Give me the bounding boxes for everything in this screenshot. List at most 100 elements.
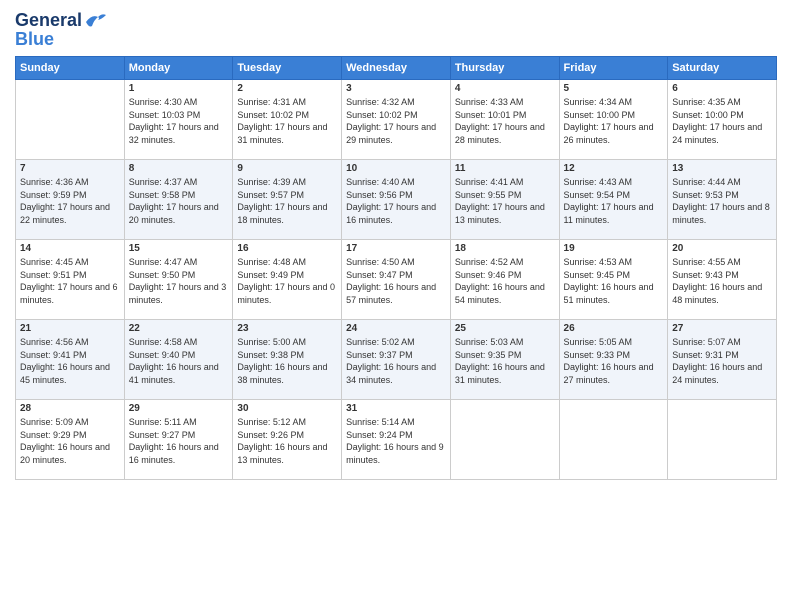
cell-info: Sunrise: 4:48 AMSunset: 9:49 PMDaylight:…	[237, 256, 337, 306]
cell-info: Sunrise: 5:02 AMSunset: 9:37 PMDaylight:…	[346, 336, 446, 386]
day-number: 4	[455, 83, 555, 94]
calendar-cell: 21 Sunrise: 4:56 AMSunset: 9:41 PMDayligh…	[16, 320, 125, 400]
cell-info: Sunrise: 5:05 AMSunset: 9:33 PMDaylight:…	[564, 336, 664, 386]
calendar-cell: 3 Sunrise: 4:32 AMSunset: 10:02 PMDayligh…	[342, 80, 451, 160]
calendar-cell: 31Sunrise: 5:14 AMSunset: 9:24 PMDayligh…	[342, 400, 451, 480]
calendar-cell: 7Sunrise: 4:36 AMSunset: 9:59 PMDaylight…	[16, 160, 125, 240]
day-number: 14	[20, 243, 120, 254]
calendar-cell: 24 Sunrise: 5:02 AMSunset: 9:37 PMDayligh…	[342, 320, 451, 400]
week-row-2: 7Sunrise: 4:36 AMSunset: 9:59 PMDaylight…	[16, 160, 777, 240]
day-number: 11	[455, 163, 555, 174]
day-number: 25	[455, 323, 555, 334]
day-number: 10	[346, 163, 446, 174]
calendar-cell: 4 Sunrise: 4:33 AMSunset: 10:01 PMDayligh…	[450, 80, 559, 160]
week-row-1: 1 Sunrise: 4:30 AMSunset: 10:03 PMDayligh…	[16, 80, 777, 160]
calendar-table: SundayMondayTuesdayWednesdayThursdayFrid…	[15, 56, 777, 480]
cell-info: Sunrise: 5:11 AMSunset: 9:27 PMDaylight:…	[129, 416, 229, 466]
day-number: 27	[672, 323, 772, 334]
logo-bird-icon	[84, 12, 106, 30]
day-number: 28	[20, 403, 120, 414]
cell-info: Sunrise: 4:35 AMSunset: 10:00 PMDaylight…	[672, 96, 772, 146]
day-number: 21	[20, 323, 120, 334]
page: General Blue SundayMondayTuesdayWednesda…	[0, 0, 792, 612]
col-header-tuesday: Tuesday	[233, 57, 342, 80]
cell-info: Sunrise: 4:37 AMSunset: 9:58 PMDaylight:…	[129, 176, 229, 226]
calendar-cell: 8 Sunrise: 4:37 AMSunset: 9:58 PMDaylight…	[124, 160, 233, 240]
day-number: 1	[129, 83, 229, 94]
week-row-4: 21 Sunrise: 4:56 AMSunset: 9:41 PMDayligh…	[16, 320, 777, 400]
calendar-cell: 18Sunrise: 4:52 AMSunset: 9:46 PMDayligh…	[450, 240, 559, 320]
cell-info: Sunrise: 4:50 AMSunset: 9:47 PMDaylight:…	[346, 256, 446, 306]
day-number: 30	[237, 403, 337, 414]
cell-info: Sunrise: 4:31 AMSunset: 10:02 PMDaylight…	[237, 96, 337, 146]
calendar-cell: 9 Sunrise: 4:39 AMSunset: 9:57 PMDaylight…	[233, 160, 342, 240]
cell-info: Sunrise: 4:39 AMSunset: 9:57 PMDaylight:…	[237, 176, 337, 226]
header: General Blue	[15, 10, 777, 50]
calendar-cell: 19Sunrise: 4:53 AMSunset: 9:45 PMDayligh…	[559, 240, 668, 320]
day-number: 26	[564, 323, 664, 334]
day-number: 3	[346, 83, 446, 94]
day-number: 19	[564, 243, 664, 254]
cell-info: Sunrise: 4:40 AMSunset: 9:56 PMDaylight:…	[346, 176, 446, 226]
cell-info: Sunrise: 4:33 AMSunset: 10:01 PMDaylight…	[455, 96, 555, 146]
day-number: 15	[129, 243, 229, 254]
cell-info: Sunrise: 4:32 AMSunset: 10:02 PMDaylight…	[346, 96, 446, 146]
cell-info: Sunrise: 5:03 AMSunset: 9:35 PMDaylight:…	[455, 336, 555, 386]
day-number: 7	[20, 163, 120, 174]
col-header-friday: Friday	[559, 57, 668, 80]
col-header-wednesday: Wednesday	[342, 57, 451, 80]
cell-info: Sunrise: 5:00 AMSunset: 9:38 PMDaylight:…	[237, 336, 337, 386]
cell-info: Sunrise: 4:43 AMSunset: 9:54 PMDaylight:…	[564, 176, 664, 226]
col-header-monday: Monday	[124, 57, 233, 80]
calendar-cell: 29Sunrise: 5:11 AMSunset: 9:27 PMDayligh…	[124, 400, 233, 480]
calendar-cell: 15 Sunrise: 4:47 AMSunset: 9:50 PMDayligh…	[124, 240, 233, 320]
calendar-cell: 14 Sunrise: 4:45 AMSunset: 9:51 PMDayligh…	[16, 240, 125, 320]
calendar-cell: 1 Sunrise: 4:30 AMSunset: 10:03 PMDayligh…	[124, 80, 233, 160]
logo-blue-text: Blue	[15, 29, 54, 50]
day-number: 24	[346, 323, 446, 334]
calendar-cell: 13 Sunrise: 4:44 AMSunset: 9:53 PMDayligh…	[668, 160, 777, 240]
cell-info: Sunrise: 4:34 AMSunset: 10:00 PMDaylight…	[564, 96, 664, 146]
calendar-cell: 5 Sunrise: 4:34 AMSunset: 10:00 PMDayligh…	[559, 80, 668, 160]
day-number: 22	[129, 323, 229, 334]
calendar-cell: 11Sunrise: 4:41 AMSunset: 9:55 PMDayligh…	[450, 160, 559, 240]
day-number: 31	[346, 403, 446, 414]
day-number: 16	[237, 243, 337, 254]
cell-info: Sunrise: 4:52 AMSunset: 9:46 PMDaylight:…	[455, 256, 555, 306]
calendar-cell: 2 Sunrise: 4:31 AMSunset: 10:02 PMDayligh…	[233, 80, 342, 160]
calendar-cell: 22 Sunrise: 4:58 AMSunset: 9:40 PMDayligh…	[124, 320, 233, 400]
cell-info: Sunrise: 4:44 AMSunset: 9:53 PMDaylight:…	[672, 176, 772, 226]
cell-info: Sunrise: 4:45 AMSunset: 9:51 PMDaylight:…	[20, 256, 120, 306]
day-number: 8	[129, 163, 229, 174]
cell-info: Sunrise: 5:12 AMSunset: 9:26 PMDaylight:…	[237, 416, 337, 466]
calendar-cell: 27 Sunrise: 5:07 AMSunset: 9:31 PMDayligh…	[668, 320, 777, 400]
cell-info: Sunrise: 4:47 AMSunset: 9:50 PMDaylight:…	[129, 256, 229, 306]
calendar-cell: 30 Sunrise: 5:12 AMSunset: 9:26 PMDayligh…	[233, 400, 342, 480]
cell-info: Sunrise: 4:58 AMSunset: 9:40 PMDaylight:…	[129, 336, 229, 386]
day-number: 2	[237, 83, 337, 94]
calendar-cell: 16 Sunrise: 4:48 AMSunset: 9:49 PMDayligh…	[233, 240, 342, 320]
col-header-thursday: Thursday	[450, 57, 559, 80]
day-number: 17	[346, 243, 446, 254]
day-number: 5	[564, 83, 664, 94]
week-row-5: 28 Sunrise: 5:09 AMSunset: 9:29 PMDayligh…	[16, 400, 777, 480]
calendar-cell	[450, 400, 559, 480]
calendar-cell	[668, 400, 777, 480]
day-number: 13	[672, 163, 772, 174]
header-row: SundayMondayTuesdayWednesdayThursdayFrid…	[16, 57, 777, 80]
day-number: 20	[672, 243, 772, 254]
col-header-saturday: Saturday	[668, 57, 777, 80]
calendar-cell	[559, 400, 668, 480]
calendar-cell: 25 Sunrise: 5:03 AMSunset: 9:35 PMDayligh…	[450, 320, 559, 400]
logo-general-text: General	[15, 10, 82, 31]
calendar-cell: 20 Sunrise: 4:55 AMSunset: 9:43 PMDayligh…	[668, 240, 777, 320]
cell-info: Sunrise: 4:55 AMSunset: 9:43 PMDaylight:…	[672, 256, 772, 306]
day-number: 9	[237, 163, 337, 174]
cell-info: Sunrise: 4:56 AMSunset: 9:41 PMDaylight:…	[20, 336, 120, 386]
cell-info: Sunrise: 4:30 AMSunset: 10:03 PMDaylight…	[129, 96, 229, 146]
calendar-cell: 6Sunrise: 4:35 AMSunset: 10:00 PMDayligh…	[668, 80, 777, 160]
calendar-cell: 17 Sunrise: 4:50 AMSunset: 9:47 PMDayligh…	[342, 240, 451, 320]
cell-info: Sunrise: 5:09 AMSunset: 9:29 PMDaylight:…	[20, 416, 120, 466]
cell-info: Sunrise: 5:07 AMSunset: 9:31 PMDaylight:…	[672, 336, 772, 386]
logo: General Blue	[15, 10, 106, 50]
